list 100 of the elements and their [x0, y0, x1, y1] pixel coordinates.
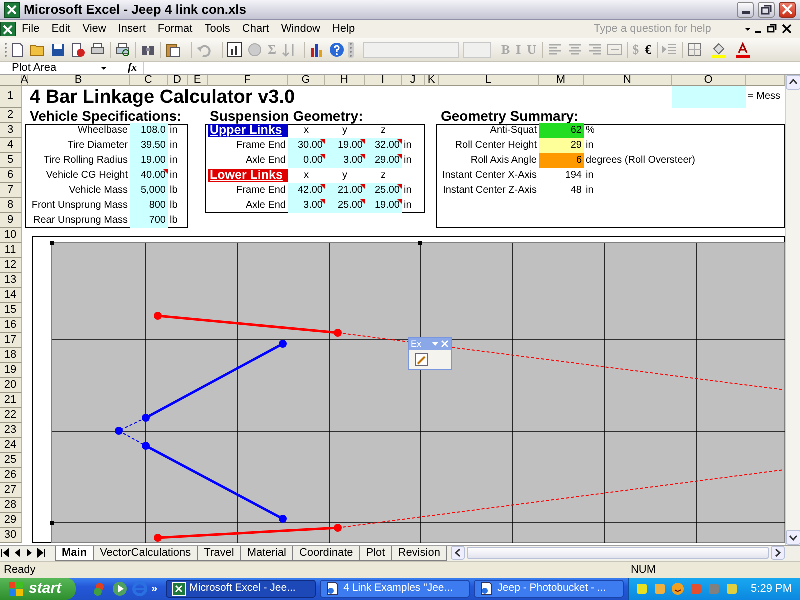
row-header[interactable]: 2: [0, 108, 22, 123]
table-cell[interactable]: 6: [539, 153, 584, 168]
name-box[interactable]: Plot Area: [0, 62, 100, 74]
column-header[interactable]: D: [168, 75, 188, 86]
table-cell[interactable]: 0.00: [288, 153, 325, 168]
column-header[interactable]: E: [188, 75, 208, 86]
table-cell[interactable]: 29.00: [365, 153, 402, 168]
column-header[interactable]: N: [584, 75, 672, 86]
column-header[interactable]: H: [325, 75, 365, 86]
row-header[interactable]: 17: [0, 333, 22, 348]
table-cell[interactable]: 800: [130, 198, 168, 213]
toolbar-button[interactable]: €: [642, 40, 655, 60]
row-header[interactable]: 13: [0, 273, 22, 288]
table-cell[interactable]: 19.00: [365, 198, 402, 213]
column-header[interactable]: G: [288, 75, 325, 86]
column-header[interactable]: L: [439, 75, 539, 86]
table-cell[interactable]: 108.0: [130, 123, 168, 138]
scroll-right-icon[interactable]: [771, 546, 785, 560]
sheet-tab[interactable]: Plot: [359, 546, 392, 561]
first-sheet-icon[interactable]: [0, 546, 12, 560]
table-cell[interactable]: 30.00: [288, 138, 325, 153]
table-cell[interactable]: 40.00: [130, 168, 168, 183]
scroll-up-icon[interactable]: [786, 75, 800, 90]
help-search-field[interactable]: Type a question for help: [594, 20, 744, 38]
table-cell[interactable]: 32.00: [365, 138, 402, 153]
column-header[interactable]: K: [425, 75, 439, 86]
column-header[interactable]: C: [130, 75, 168, 86]
font-name-field[interactable]: [362, 42, 458, 58]
row-header[interactable]: 16: [0, 318, 22, 333]
restore-button[interactable]: [758, 2, 775, 18]
table-cell[interactable]: 194: [539, 168, 584, 183]
close-button[interactable]: [779, 2, 796, 18]
table-cell[interactable]: 42.00: [288, 183, 325, 198]
font-size-field[interactable]: [462, 42, 490, 58]
menu-item[interactable]: Insert: [112, 20, 152, 38]
column-header[interactable]: I: [365, 75, 402, 86]
table-cell[interactable]: 3.00: [288, 198, 325, 213]
table-cell[interactable]: 3.00: [325, 153, 365, 168]
row-header[interactable]: 24: [0, 438, 22, 453]
taskbar-button[interactable]: Jeep - Photobucket - ...: [474, 580, 624, 598]
column-header[interactable]: J: [402, 75, 425, 86]
quick-launch-overflow[interactable]: »: [152, 580, 158, 598]
column-header[interactable]: F: [208, 75, 288, 86]
table-cell[interactable]: 5,000: [130, 183, 168, 198]
horizontal-scrollbar[interactable]: [451, 546, 785, 560]
row-header[interactable]: 1: [0, 86, 22, 108]
sheet-tab[interactable]: VectorCalculations: [93, 546, 198, 561]
row-header[interactable]: 12: [0, 258, 22, 273]
format-chart-icon[interactable]: [415, 353, 429, 367]
menu-item[interactable]: File: [16, 20, 46, 38]
row-header[interactable]: 7: [0, 183, 22, 198]
row-header[interactable]: 8: [0, 198, 22, 213]
selection-handle[interactable]: [418, 241, 422, 245]
table-cell[interactable]: 25.00: [325, 198, 365, 213]
menu-item[interactable]: View: [76, 20, 112, 38]
sheet-tab[interactable]: Coordinate: [292, 546, 360, 561]
sheet-tab[interactable]: Travel: [197, 546, 242, 561]
menu-item[interactable]: Edit: [46, 20, 77, 38]
chart-wizard-button[interactable]: [225, 40, 245, 60]
table-cell[interactable]: 48: [539, 183, 584, 198]
table-cell[interactable]: 700: [130, 213, 168, 228]
row-header[interactable]: 11: [0, 243, 22, 258]
row-header[interactable]: 18: [0, 348, 22, 363]
row-header[interactable]: 26: [0, 468, 22, 483]
row-header[interactable]: 22: [0, 408, 22, 423]
plot-area[interactable]: [52, 242, 785, 543]
table-cell[interactable]: 62: [539, 123, 584, 138]
menu-item[interactable]: Help: [326, 20, 362, 38]
selection-handle[interactable]: [50, 521, 54, 525]
column-header[interactable]: M: [539, 75, 584, 86]
menu-item[interactable]: Chart: [236, 20, 276, 38]
scroll-left-icon[interactable]: [451, 546, 466, 560]
insert-function-button[interactable]: fx: [108, 62, 144, 74]
scroll-down-icon[interactable]: [786, 530, 800, 545]
row-header[interactable]: 30: [0, 528, 22, 543]
row-header[interactable]: 9: [0, 213, 22, 228]
table-cell[interactable]: 39.50: [130, 138, 168, 153]
table-cell[interactable]: 19.00: [325, 138, 365, 153]
smiley-icon[interactable]: [671, 582, 686, 596]
sheet-tab[interactable]: Material: [240, 546, 294, 561]
row-header[interactable]: 28: [0, 498, 22, 513]
row-header[interactable]: 23: [0, 423, 22, 438]
sheet-tab[interactable]: Main: [55, 546, 94, 561]
media-player-icon[interactable]: [112, 581, 128, 597]
taskbar-button[interactable]: Microsoft Excel - Jee...: [166, 580, 316, 598]
row-header[interactable]: 21: [0, 393, 22, 408]
selection-handle[interactable]: [50, 241, 54, 245]
column-header[interactable]: O: [672, 75, 746, 86]
row-header[interactable]: 14: [0, 288, 22, 303]
row-header[interactable]: 25: [0, 453, 22, 468]
column-header[interactable]: B: [28, 75, 130, 86]
row-header[interactable]: 20: [0, 378, 22, 393]
row-header[interactable]: 5: [0, 153, 22, 168]
menu-item[interactable]: Tools: [198, 20, 236, 38]
row-header[interactable]: 3: [0, 123, 22, 138]
minimize-button[interactable]: [737, 2, 754, 18]
row-header[interactable]: 10: [0, 228, 22, 243]
row-header[interactable]: 4: [0, 138, 22, 153]
row-header[interactable]: 6: [0, 168, 22, 183]
menu-item[interactable]: Format: [152, 20, 199, 38]
